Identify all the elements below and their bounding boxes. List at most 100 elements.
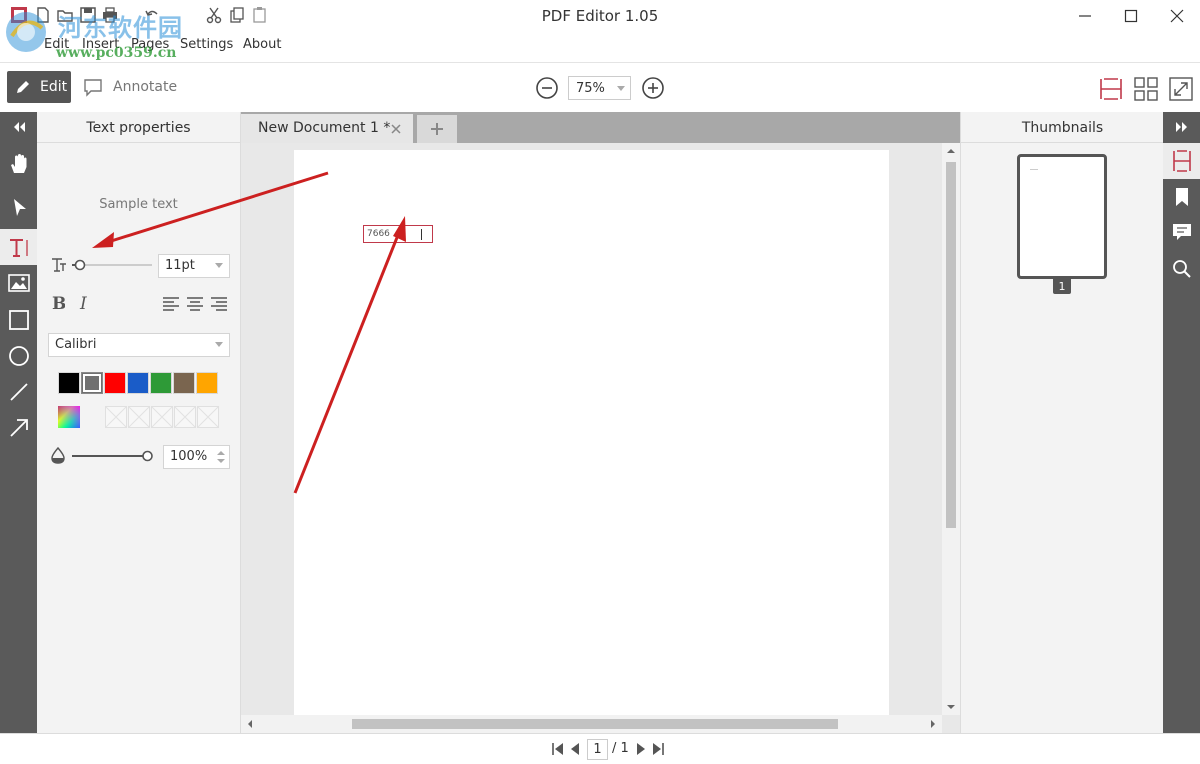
stepper-arrows-icon[interactable] [217, 449, 225, 465]
align-center-button[interactable] [186, 297, 204, 313]
color-swatch[interactable] [127, 372, 149, 394]
minimize-button[interactable] [1062, 0, 1108, 32]
font-size-select[interactable]: 11pt [158, 254, 230, 278]
align-left-button[interactable] [162, 297, 180, 313]
vertical-scrollbar[interactable] [942, 143, 960, 715]
ellipse-tool[interactable] [0, 337, 37, 373]
font-size-value: 11pt [165, 258, 195, 273]
two-page-view-button[interactable] [1133, 76, 1159, 102]
line-tool[interactable] [0, 373, 37, 409]
page-thumbnail[interactable] [1017, 154, 1107, 279]
svg-text:B: B [52, 294, 65, 312]
empty-color-slot[interactable] [105, 406, 127, 428]
empty-slot-icon [152, 407, 172, 427]
zoom-in-button[interactable] [641, 76, 665, 100]
font-size-slider-handle[interactable] [74, 259, 86, 271]
close-tab-icon[interactable] [391, 124, 401, 134]
collapse-left-panel-button[interactable] [0, 112, 37, 142]
sample-text-preview: Sample text [99, 197, 178, 212]
page-number-input[interactable]: 1 [587, 739, 608, 760]
color-swatch[interactable] [81, 372, 103, 394]
scroll-up-icon[interactable] [947, 148, 955, 154]
color-swatch[interactable] [104, 372, 126, 394]
thumbnails-tab[interactable] [1163, 143, 1200, 179]
empty-color-slot[interactable] [197, 406, 219, 428]
opacity-slider-handle[interactable] [142, 450, 153, 462]
pdf-page[interactable]: 7666 [294, 150, 889, 715]
single-page-icon [1100, 78, 1122, 100]
right-tool-strip [1163, 112, 1200, 733]
scroll-down-icon[interactable] [947, 704, 955, 710]
annotate-mode-button[interactable]: Annotate [80, 71, 190, 103]
comments-tab[interactable] [1163, 215, 1200, 251]
bookmark-icon [1175, 188, 1188, 206]
previous-page-icon[interactable] [570, 743, 580, 755]
chevron-down-icon [215, 263, 223, 268]
horizontal-scrollbar[interactable] [241, 715, 942, 733]
scroll-right-icon[interactable] [930, 720, 936, 728]
new-tab-button[interactable] [417, 115, 457, 143]
double-chevron-right-icon [1175, 122, 1187, 132]
first-page-icon[interactable] [552, 743, 564, 755]
close-icon [1170, 9, 1184, 23]
text-box[interactable]: 7666 [363, 225, 433, 243]
color-swatch[interactable] [58, 372, 80, 394]
select-tool[interactable] [0, 189, 37, 225]
menu-about[interactable]: About [243, 37, 281, 52]
empty-color-slot[interactable] [174, 406, 196, 428]
edit-mode-label: Edit [40, 79, 68, 95]
zoom-out-button[interactable] [535, 76, 559, 100]
custom-color-button[interactable] [58, 406, 80, 428]
edit-mode-button[interactable]: Edit [7, 71, 71, 103]
page-thumbnails-icon [1172, 150, 1191, 172]
single-page-view-button[interactable] [1098, 76, 1124, 102]
font-size-slider[interactable] [72, 259, 152, 271]
comment-icon [84, 79, 102, 97]
opacity-drop-icon [51, 447, 65, 464]
maximize-button[interactable] [1108, 0, 1154, 32]
bookmarks-tab[interactable] [1163, 179, 1200, 215]
horizontal-scroll-thumb[interactable] [352, 719, 838, 729]
expand-icon [1169, 77, 1193, 101]
bold-button[interactable]: B [51, 294, 69, 314]
zoom-level-select[interactable]: 75% [568, 76, 631, 100]
scroll-left-icon[interactable] [247, 720, 253, 728]
text-tool[interactable] [0, 229, 37, 265]
opacity-stepper[interactable]: 100% [163, 445, 230, 469]
empty-color-slot[interactable] [151, 406, 173, 428]
vertical-scroll-thumb[interactable] [946, 162, 956, 528]
last-page-icon[interactable] [652, 743, 664, 755]
menu-settings[interactable]: Settings [180, 37, 233, 52]
align-center-icon [187, 297, 203, 311]
circle-icon [8, 346, 29, 366]
font-family-select[interactable]: Calibri [48, 333, 230, 357]
rectangle-tool[interactable] [0, 301, 37, 337]
collapse-right-panel-button[interactable] [1163, 112, 1200, 142]
search-tab[interactable] [1163, 251, 1200, 287]
align-right-button[interactable] [210, 297, 228, 313]
empty-color-slot[interactable] [128, 406, 150, 428]
empty-slot-icon [175, 407, 195, 427]
color-swatch[interactable] [196, 372, 218, 394]
font-size-icon [52, 258, 66, 272]
font-family-value: Calibri [55, 337, 97, 352]
image-tool[interactable] [0, 265, 37, 301]
next-page-icon[interactable] [636, 743, 646, 755]
italic-button[interactable]: I [78, 294, 92, 314]
arrow-tool[interactable] [0, 409, 37, 445]
tab-new-document-1[interactable]: New Document 1 * [241, 114, 413, 143]
color-swatch[interactable] [150, 372, 172, 394]
fullscreen-button[interactable] [1168, 76, 1194, 102]
color-swatch[interactable] [173, 372, 195, 394]
document-tab-bar: New Document 1 * [241, 112, 960, 143]
hand-icon [10, 154, 26, 173]
watermark-url: www.pc0359.cn [56, 45, 177, 61]
double-chevron-left-icon [13, 122, 25, 132]
hand-tool[interactable] [0, 145, 37, 181]
main-toolbar: Edit Annotate 75% [0, 62, 1200, 112]
line-icon [9, 383, 28, 401]
opacity-slider[interactable] [72, 450, 157, 462]
chevron-down-icon [215, 342, 223, 347]
chevron-down-icon [617, 86, 625, 91]
close-button[interactable] [1154, 0, 1200, 32]
